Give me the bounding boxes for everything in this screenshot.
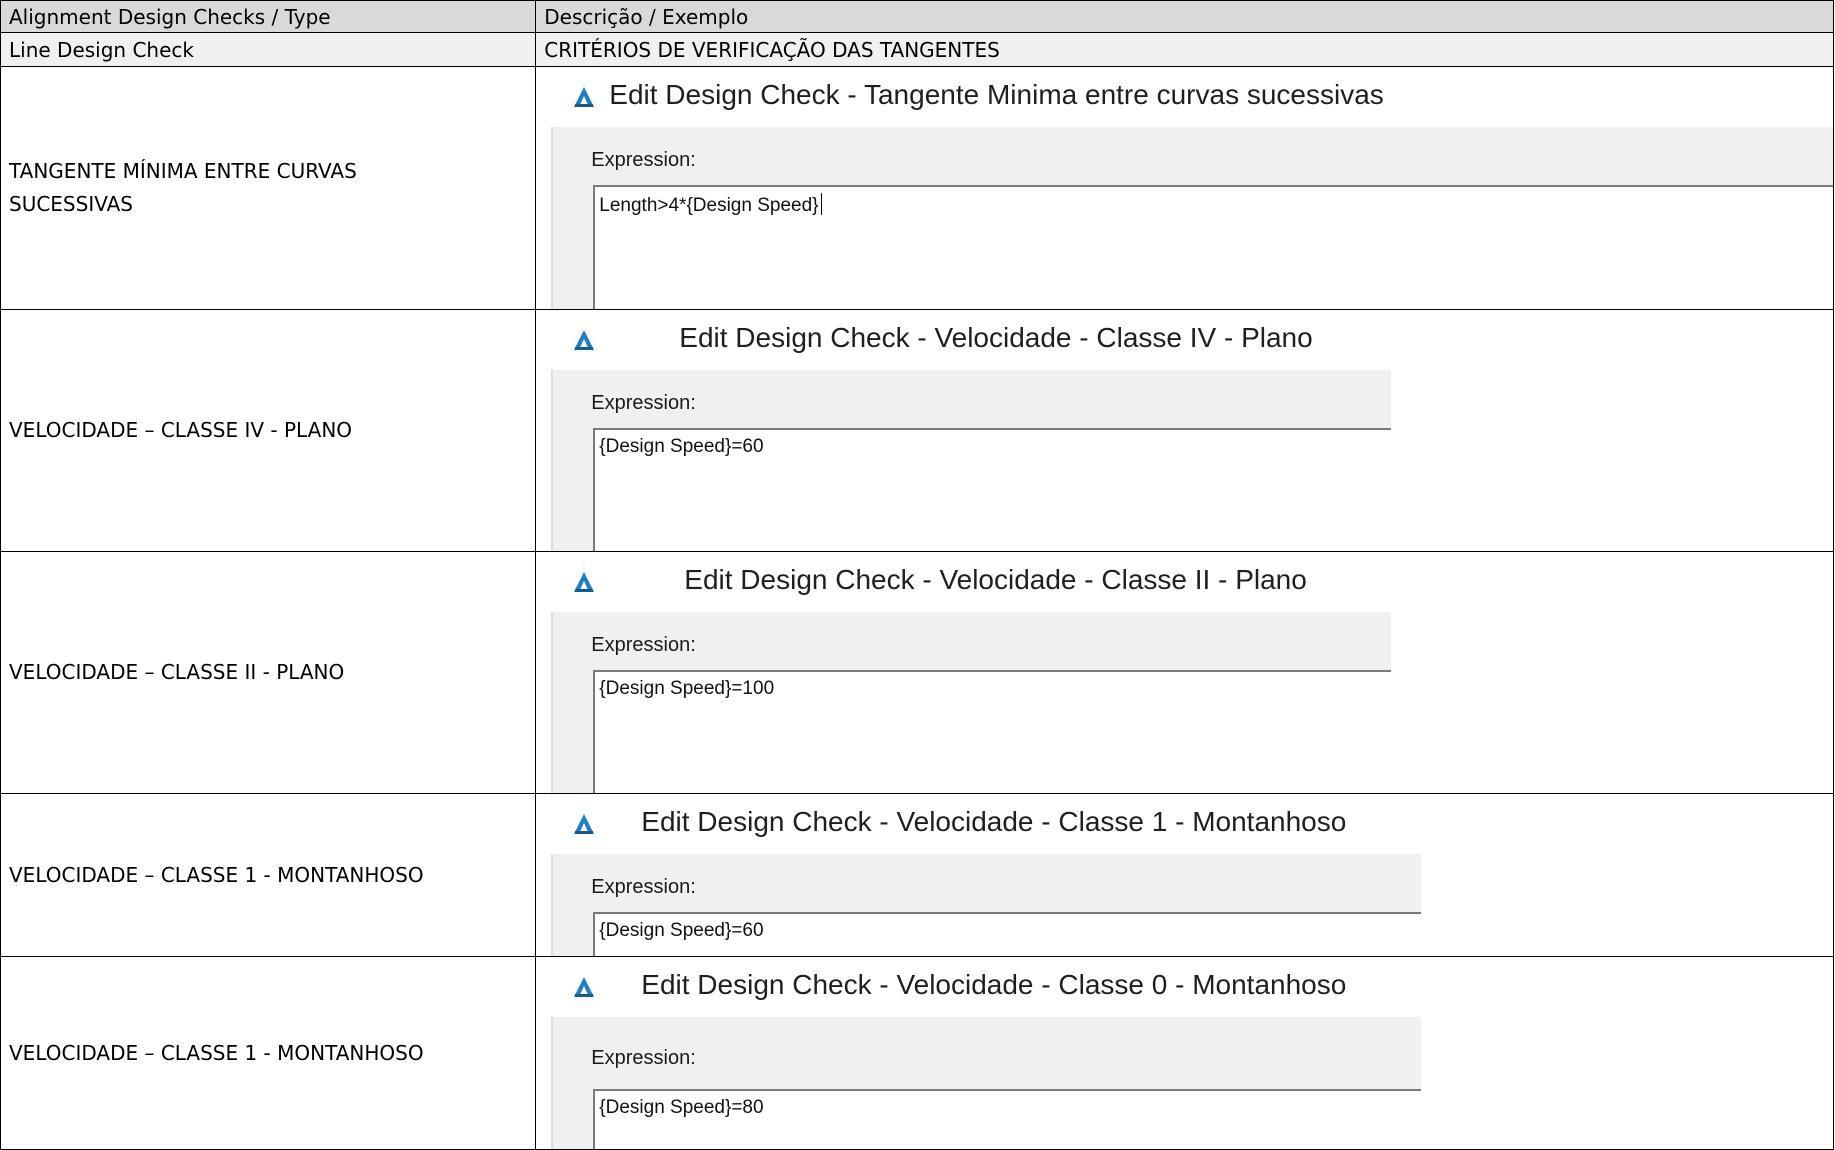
expression-value: {Design Speed}=60 bbox=[599, 920, 764, 941]
dialog-body: Expression: Length>4*{Design Speed} bbox=[551, 127, 1833, 309]
dialog-title-bar: Edit Design Check - Velocidade - Classe … bbox=[551, 552, 1392, 612]
expression-input[interactable]: {Design Speed}=100 bbox=[593, 670, 1392, 793]
table-row: VELOCIDADE – CLASSE IV - PLANO Edit Desi… bbox=[0, 309, 1834, 552]
dialog-body: Expression: {Design Speed}=100 bbox=[551, 612, 1392, 793]
expression-label: Expression: bbox=[591, 634, 696, 656]
example-cell: Edit Design Check - Velocidade - Classe … bbox=[535, 793, 1834, 957]
example-cell: Edit Design Check - Velocidade - Classe … bbox=[535, 309, 1834, 552]
check-type: VELOCIDADE – CLASSE II - PLANO bbox=[0, 551, 537, 794]
civil3d-app-icon bbox=[574, 572, 595, 592]
expression-value: {Design Speed}=60 bbox=[599, 436, 764, 457]
table-row: VELOCIDADE – CLASSE II - PLANO Edit Desi… bbox=[0, 551, 1834, 794]
section-description: CRITÉRIOS DE VERIFICAÇÃO DAS TANGENTES bbox=[535, 32, 1834, 67]
example-cell: Edit Design Check - Velocidade - Classe … bbox=[535, 551, 1834, 794]
section-type: Line Design Check bbox=[0, 32, 537, 67]
table-row: VELOCIDADE – CLASSE 1 - MONTANHOSO Edit … bbox=[0, 956, 1834, 1150]
header-description: Descrição / Exemplo bbox=[535, 0, 1834, 33]
dialog-title: Edit Design Check - Velocidade - Classe … bbox=[684, 564, 1307, 595]
dialog-title-bar: Edit Design Check - Velocidade - Classe … bbox=[551, 794, 1422, 854]
civil3d-app-icon bbox=[574, 977, 595, 997]
dialog-body: Expression: {Design Speed}=80 bbox=[551, 1017, 1422, 1149]
expression-input[interactable]: {Design Speed}=60 bbox=[593, 428, 1392, 551]
check-type: VELOCIDADE – CLASSE IV - PLANO bbox=[0, 309, 537, 552]
civil3d-app-icon bbox=[574, 814, 595, 834]
expression-value: {Design Speed}=100 bbox=[599, 678, 775, 699]
check-type: VELOCIDADE – CLASSE 1 - MONTANHOSO bbox=[0, 956, 537, 1150]
table-header-row: Alignment Design Checks / Type Descrição… bbox=[0, 0, 1834, 33]
text-caret bbox=[820, 193, 822, 215]
check-type: VELOCIDADE – CLASSE 1 - MONTANHOSO bbox=[0, 793, 537, 957]
table-row: VELOCIDADE – CLASSE 1 - MONTANHOSO Edit … bbox=[0, 793, 1834, 957]
dialog-title: Edit Design Check - Velocidade - Classe … bbox=[641, 806, 1347, 837]
edit-design-check-dialog: Edit Design Check - Velocidade - Classe … bbox=[551, 794, 1422, 956]
expression-value: Length>4*{Design Speed} bbox=[599, 195, 819, 216]
expression-input[interactable]: {Design Speed}=60 bbox=[593, 912, 1422, 956]
edit-design-check-dialog: Edit Design Check - Tangente Minima entr… bbox=[551, 67, 1833, 309]
dialog-title: Edit Design Check - Tangente Minima entr… bbox=[609, 79, 1384, 110]
dialog-title-bar: Edit Design Check - Velocidade - Classe … bbox=[551, 957, 1422, 1017]
civil3d-app-icon bbox=[574, 87, 595, 107]
expression-input[interactable]: Length>4*{Design Speed} bbox=[593, 185, 1833, 309]
section-row: Line Design Check CRITÉRIOS DE VERIFICAÇ… bbox=[0, 32, 1834, 67]
edit-design-check-dialog: Edit Design Check - Velocidade - Classe … bbox=[551, 310, 1392, 551]
expression-label: Expression: bbox=[591, 1047, 696, 1069]
expression-value: {Design Speed}=80 bbox=[599, 1097, 764, 1118]
dialog-body: Expression: {Design Speed}=60 bbox=[551, 370, 1392, 551]
edit-design-check-dialog: Edit Design Check - Velocidade - Classe … bbox=[551, 957, 1422, 1149]
expression-label: Expression: bbox=[591, 876, 696, 898]
table-row: TANGENTE MÍNIMA ENTRE CURVAS SUCESSIVAS … bbox=[0, 66, 1834, 310]
dialog-title: Edit Design Check - Velocidade - Classe … bbox=[641, 969, 1347, 1000]
design-checks-table: Alignment Design Checks / Type Descrição… bbox=[0, 0, 1834, 1150]
check-type: TANGENTE MÍNIMA ENTRE CURVAS SUCESSIVAS bbox=[0, 66, 537, 310]
dialog-title-bar: Edit Design Check - Velocidade - Classe … bbox=[551, 310, 1392, 370]
example-cell: Edit Design Check - Tangente Minima entr… bbox=[535, 66, 1834, 310]
edit-design-check-dialog: Edit Design Check - Velocidade - Classe … bbox=[551, 552, 1392, 793]
dialog-title: Edit Design Check - Velocidade - Classe … bbox=[679, 322, 1313, 353]
expression-label: Expression: bbox=[591, 392, 696, 414]
example-cell: Edit Design Check - Velocidade - Classe … bbox=[535, 956, 1834, 1150]
dialog-title-bar: Edit Design Check - Tangente Minima entr… bbox=[551, 67, 1833, 127]
civil3d-app-icon bbox=[574, 330, 595, 350]
expression-input[interactable]: {Design Speed}=80 bbox=[593, 1089, 1422, 1149]
header-type: Alignment Design Checks / Type bbox=[0, 0, 537, 33]
expression-label: Expression: bbox=[591, 149, 696, 171]
dialog-body: Expression: {Design Speed}=60 bbox=[551, 854, 1422, 956]
